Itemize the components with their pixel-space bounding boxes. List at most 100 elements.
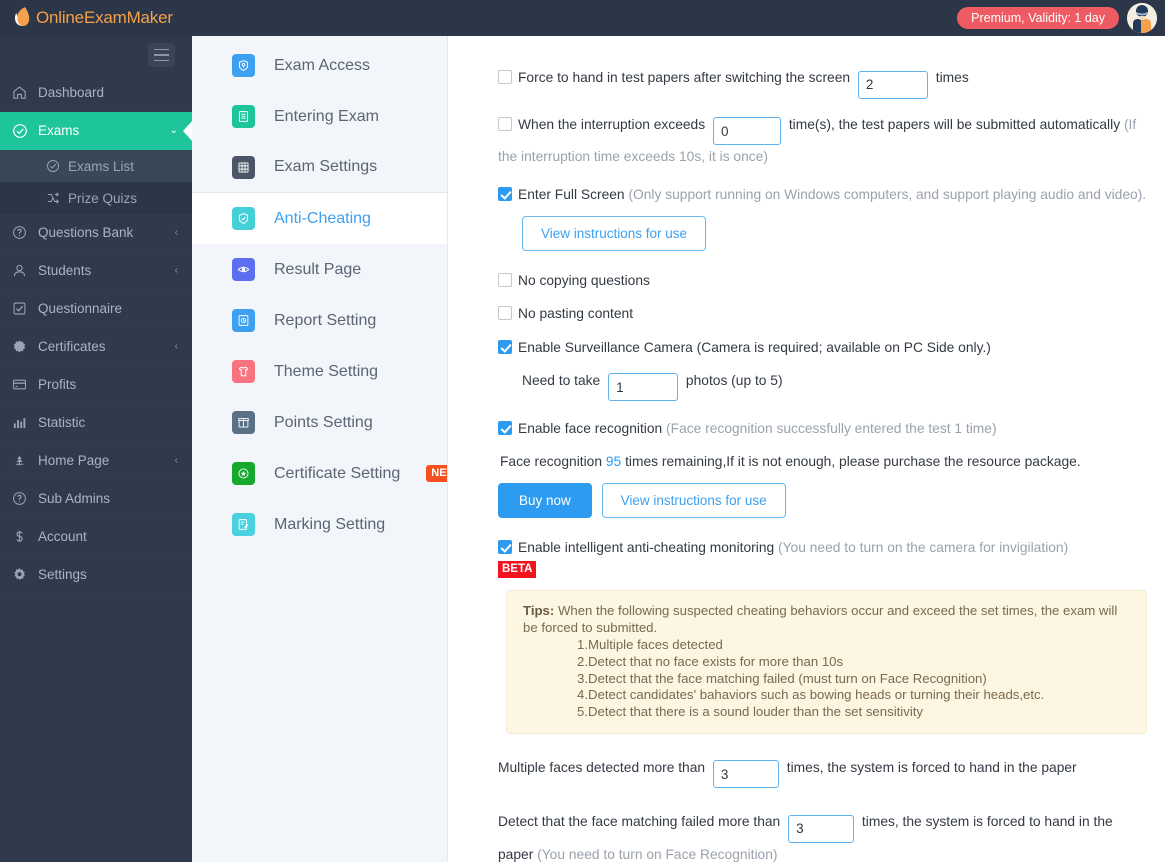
settings-nav-panel: Exam Access Entering Exam Exam Settings … — [192, 36, 448, 862]
sidebar-item-label: Settings — [38, 567, 87, 582]
subnav-item-label: Points Setting — [274, 413, 373, 431]
main-content: Force to hand in test papers after switc… — [448, 36, 1165, 862]
sidebar-item-sub-admins[interactable]: Sub Admins — [0, 480, 192, 518]
card-icon — [12, 377, 38, 392]
brand-logo[interactable]: OnlineExamMaker — [0, 0, 173, 36]
sidebar-item-exams[interactable]: Exams ⌄ — [0, 112, 192, 150]
subnav-item-report-setting[interactable]: Report Setting — [192, 295, 447, 346]
sidebar-item-statistic[interactable]: Statistic — [0, 404, 192, 442]
anti-cheating-form: Force to hand in test papers after switc… — [448, 36, 1165, 862]
tips-intro: When the following suspected cheating be… — [523, 603, 1118, 636]
sidebar-item-label: Home Page — [38, 453, 110, 468]
face-match-prefix: Detect that the face matching failed mor… — [498, 814, 781, 830]
sidebar-item-account[interactable]: Account — [0, 518, 192, 556]
face-match-threshold-input[interactable] — [788, 814, 855, 843]
surveillance-checkbox[interactable] — [498, 339, 512, 354]
bar-chart-icon — [12, 415, 38, 430]
intelligent-checkbox[interactable] — [498, 540, 512, 555]
face-recognition-hint: (Face recognition successfully entered t… — [666, 421, 997, 437]
interruption-times-input[interactable] — [712, 117, 781, 145]
subnav-item-anti-cheating[interactable]: Anti-Cheating — [192, 193, 447, 244]
subnav-item-entering-exam[interactable]: Entering Exam — [192, 91, 447, 142]
home-icon — [12, 85, 38, 100]
setting-row-no-copying: No copying questions — [498, 269, 1147, 293]
sidebar-item-home-page[interactable]: Home Page ‹ — [0, 442, 192, 480]
subnav-item-marking-setting[interactable]: Marking Setting — [192, 499, 447, 550]
tips-list-item: 2.Detect that no face exists for more th… — [577, 653, 844, 669]
buy-now-button[interactable]: Buy now — [498, 483, 592, 519]
subnav-item-result-page[interactable]: Result Page — [192, 244, 447, 295]
tips-list-item: 4.Detect candidates' bahaviors such as b… — [577, 687, 1045, 703]
subnav-item-exam-access[interactable]: Exam Access — [192, 40, 447, 91]
user-icon — [12, 263, 38, 278]
question-circle-icon — [12, 491, 38, 506]
full-screen-checkbox[interactable] — [498, 187, 512, 202]
multiple-faces-prefix: Multiple faces detected more than — [498, 759, 706, 775]
subnav-item-label: Report Setting — [274, 311, 377, 329]
star-badge-icon — [232, 462, 255, 485]
sidebar-item-label: Dashboard — [38, 85, 105, 100]
check-circle-icon — [12, 123, 38, 139]
subnav-item-label: Result Page — [274, 260, 362, 278]
sidebar-item-prize-quizs[interactable]: Prize Quizs — [0, 182, 192, 214]
setting-row-full-screen: Enter Full Screen (Only support running … — [498, 183, 1147, 207]
sidebar-item-certificates[interactable]: Certificates ‹ — [0, 328, 192, 366]
chevron-left-icon: ‹ — [174, 265, 178, 276]
sidebar-subitem-label: Exams List — [68, 158, 135, 174]
sidebar-subitem-label: Prize Quizs — [68, 190, 138, 206]
surveillance-photos-row: Need to take photos (up to 5) — [498, 369, 1147, 402]
sidebar-item-questions-bank[interactable]: Questions Bank ‹ — [0, 214, 192, 252]
full-screen-instructions-button[interactable]: View instructions for use — [522, 216, 707, 252]
sidebar-item-settings[interactable]: Settings — [0, 556, 192, 594]
check-circle-icon — [46, 159, 68, 173]
remaining-count: 95 — [605, 454, 622, 470]
hamburger-icon[interactable] — [148, 43, 175, 67]
chevron-left-icon: ‹ — [174, 341, 178, 352]
interruption-checkbox[interactable] — [498, 116, 512, 131]
sidebar-item-profits[interactable]: Profits — [0, 366, 192, 404]
face-recognition-label: Enable face recognition — [518, 421, 663, 437]
sidebar-item-label: Students — [38, 263, 92, 278]
tips-list-item: 1.Multiple faces detected — [577, 637, 723, 653]
photos-suffix: photos (up to 5) — [685, 372, 783, 388]
gear-icon — [12, 567, 38, 582]
subnav-item-points-setting[interactable]: Points Setting — [192, 397, 447, 448]
premium-validity-badge[interactable]: Premium, Validity: 1 day — [957, 6, 1119, 30]
photos-count-input[interactable] — [608, 373, 679, 402]
subnav-item-theme-setting[interactable]: Theme Setting — [192, 346, 447, 397]
face-recognition-instructions-button[interactable]: View instructions for use — [601, 483, 786, 519]
switch-screen-times-input[interactable] — [857, 70, 928, 99]
dollar-icon — [12, 529, 38, 544]
no-copying-checkbox[interactable] — [498, 273, 512, 288]
no-pasting-checkbox[interactable] — [498, 306, 512, 321]
surveillance-label: Enable Surveillance Camera (Camera is re… — [518, 339, 991, 355]
sidebar-item-questionnaire[interactable]: Questionnaire — [0, 290, 192, 328]
full-screen-hint: (Only support running on Windows compute… — [628, 187, 1147, 203]
multiple-faces-threshold-input[interactable] — [712, 760, 779, 789]
switch-screen-checkbox[interactable] — [498, 70, 512, 84]
sidebar-item-dashboard[interactable]: Dashboard — [0, 74, 192, 112]
subnav-item-exam-settings[interactable]: Exam Settings — [192, 142, 447, 193]
checkbox-icon — [12, 301, 38, 316]
interruption-mid-text: time(s), the test papers will be submitt… — [788, 116, 1121, 132]
subnav-item-label: Anti-Cheating — [274, 209, 371, 227]
sidebar-item-label: Certificates — [38, 339, 106, 354]
beta-badge: BETA — [498, 561, 537, 578]
sidebar-item-students[interactable]: Students ‹ — [0, 252, 192, 290]
left-sidebar: Dashboard Exams ⌄ Exams List Prize Quizs — [0, 36, 192, 862]
gift-icon — [232, 411, 255, 434]
remaining-prefix: Face recognition — [500, 454, 603, 470]
subnav-item-label: Entering Exam — [274, 107, 379, 125]
setting-row-face-recognition: Enable face recognition (Face recognitio… — [498, 417, 1147, 441]
subnav-item-label: Exam Settings — [274, 158, 378, 175]
setting-row-interruption: When the interruption exceeds time(s), t… — [498, 113, 1147, 170]
subnav-item-label: Theme Setting — [274, 362, 379, 380]
avatar[interactable] — [1127, 3, 1157, 33]
sidebar-item-label: Questionnaire — [38, 301, 123, 316]
sidebar-item-exams-list[interactable]: Exams List — [0, 150, 192, 182]
grid-settings-icon — [232, 155, 255, 179]
tips-title: Tips: — [523, 603, 555, 619]
subnav-item-certificate-setting[interactable]: Certificate Setting NEW — [192, 448, 447, 499]
face-recognition-checkbox[interactable] — [498, 421, 512, 436]
report-icon — [232, 309, 255, 332]
